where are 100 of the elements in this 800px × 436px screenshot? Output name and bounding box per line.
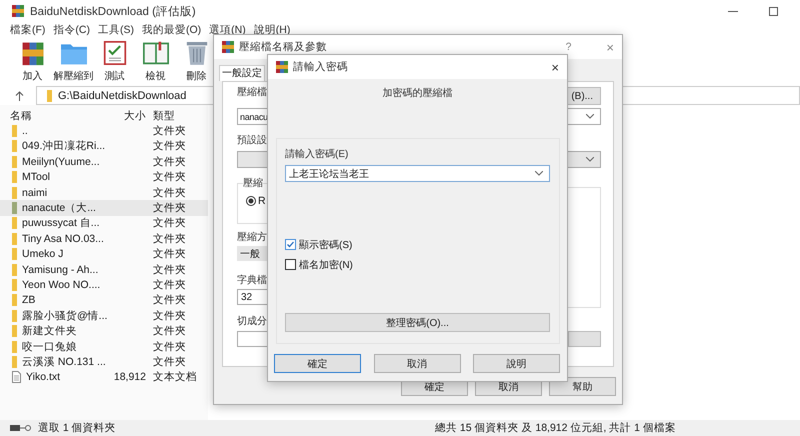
toolbar-button[interactable]: 加入 (12, 40, 53, 84)
folder-icon (12, 232, 17, 245)
file-name: MTool (0, 171, 108, 184)
file-type: 文件夾 (153, 278, 187, 292)
toolbar-button[interactable]: 解壓縮到 (53, 40, 94, 84)
folder-icon (12, 278, 17, 291)
checkbox-option[interactable]: 顯示密碼(S) (285, 236, 352, 253)
dialog-button[interactable]: 幫助 (549, 377, 616, 396)
dialog-heading: 加密碼的壓縮檔 (382, 88, 452, 100)
file-row[interactable]: 露脸小骚货@情... 文件夾 (0, 308, 208, 324)
file-row[interactable]: ZB 文件夾 (0, 292, 208, 308)
folder-icon (12, 310, 17, 322)
dialog-button[interactable]: 確定 (274, 354, 361, 373)
file-row[interactable]: Umeko J 文件夾 (0, 246, 208, 262)
minimize-icon[interactable] (728, 10, 738, 12)
file-type: 文件夾 (153, 232, 187, 246)
file-row[interactable]: 新建文件夹 文件夾 (0, 323, 208, 339)
dialog-title: 請輸入密碼 (293, 60, 349, 74)
file-type: 文件夾 (153, 139, 187, 154)
file-name: Meiilyn(Yuume... (0, 156, 108, 168)
file-type: 文件夾 (153, 308, 187, 323)
dialog-button[interactable]: 取消 (374, 354, 460, 373)
file-type: 文件夾 (153, 124, 187, 138)
menu-item[interactable]: 工具(S) (98, 22, 134, 36)
drive-icon (10, 425, 32, 431)
field-label: 壓縮方 (237, 232, 267, 244)
file-type: 文件夾 (153, 170, 187, 184)
file-row[interactable]: Meiilyn(Yuume... 文件夾 (0, 154, 208, 170)
file-row[interactable]: naimi 文件夾 (0, 184, 208, 200)
maximize-icon[interactable] (769, 6, 778, 16)
toolbar-button[interactable]: 檢視 (135, 40, 176, 84)
file-type: 文件夾 (153, 262, 187, 277)
chevron-down-icon (535, 171, 543, 176)
rar-logo-icon (222, 41, 234, 53)
menu-item[interactable]: 檔案(F) (10, 22, 46, 36)
password-field[interactable]: 上老王论坛当老王 (285, 165, 550, 182)
chevron-down-icon (586, 114, 594, 119)
file-row[interactable]: 咬一口兔娘 文件夾 (0, 338, 208, 354)
up-arrow-icon[interactable] (15, 90, 24, 100)
folder-icon (12, 217, 17, 230)
folder-icon (12, 186, 17, 199)
file-name: Tiny Asa NO.03... (0, 232, 108, 245)
folder-icon (12, 356, 17, 368)
file-type: 文件夾 (153, 247, 187, 262)
file-row[interactable]: .. 文件夾 (0, 123, 208, 139)
field-label: 字典檔 (237, 275, 267, 287)
file-row[interactable]: 云溪溪 NO.131 ... 文件夾 (0, 354, 208, 370)
file-name: naimi (0, 186, 108, 199)
group-label: 壓縮 (243, 178, 263, 190)
column-header[interactable]: 名稱 (0, 108, 108, 123)
field-label: 預設設 (237, 135, 267, 147)
file-row[interactable]: puwussycat 自... 文件夾 (0, 216, 208, 232)
file-name: 露脸小骚货@情... (0, 308, 108, 323)
dialog-button[interactable]: 說明 (473, 354, 560, 373)
file-name: 049.沖田凜花Ri... (0, 139, 108, 154)
column-header[interactable]: 大小 (108, 108, 153, 123)
menu-item[interactable]: 我的最愛(O) (142, 22, 202, 36)
file-type: 文件夾 (153, 154, 187, 169)
folder-icon (12, 325, 17, 338)
file-name: 新建文件夹 (0, 324, 108, 338)
file-name: Umeko J (0, 248, 108, 260)
close-button[interactable]: × (551, 60, 559, 74)
file-name: Yiko.txt (0, 371, 108, 384)
file-row[interactable]: Yamisung - Ah... 文件夾 (0, 262, 208, 278)
toolbar-button[interactable]: 測試 (94, 40, 135, 84)
folder-icon (12, 202, 17, 214)
folder-icon (12, 171, 17, 184)
folder-icon (12, 140, 17, 152)
status-text: 選取 1 個資料夾 (38, 421, 117, 435)
file-name: ZB (0, 294, 108, 306)
file-type: 文件夾 (153, 340, 187, 354)
file-row[interactable]: nanacute（大... 文件夾 (0, 200, 208, 216)
file-name: 咬一口兔娘 (0, 340, 108, 354)
status-text: 總共 15 個資料夾 及 18,912 位元組, 共計 1 個檔案 (435, 421, 676, 435)
folder-icon (47, 90, 52, 102)
file-type: 文件夾 (153, 216, 187, 230)
organize-passwords-button[interactable]: 整理密碼(O)... (285, 313, 550, 332)
folder-icon (12, 125, 17, 138)
file-row[interactable]: 049.沖田凜花Ri... 文件夾 (0, 138, 208, 154)
menu-item[interactable]: 指令(C) (53, 22, 90, 36)
file-row[interactable]: Yiko.txt 18,912 文本文档 (0, 370, 208, 386)
tab[interactable]: 一般設定 (219, 65, 265, 81)
column-header[interactable]: 類型 (153, 108, 208, 123)
trash-icon (186, 40, 208, 66)
rar-logo-icon (276, 61, 288, 73)
file-type: 文件夾 (153, 186, 187, 200)
file-row[interactable]: MTool 文件夾 (0, 170, 208, 185)
file-row[interactable]: Yeon Woo NO.... 文件夾 (0, 277, 208, 293)
file-type: 文件夾 (153, 293, 187, 308)
help-button[interactable]: ? (566, 41, 572, 53)
file-type: 文本文档 (153, 370, 198, 384)
dialog-title: 壓縮檔名稱及參數 (239, 40, 328, 54)
file-name: .. (0, 125, 108, 138)
checkbox-option[interactable]: 檔名加密(N) (285, 256, 353, 273)
file-row[interactable]: Tiny Asa NO.03... 文件夾 (0, 231, 208, 247)
toolbar-button[interactable]: 刪除 (176, 40, 217, 84)
radio-option[interactable]: R (243, 195, 297, 207)
text-file-icon (12, 371, 21, 384)
close-button[interactable]: × (606, 40, 614, 54)
file-type: 文件夾 (153, 354, 187, 369)
